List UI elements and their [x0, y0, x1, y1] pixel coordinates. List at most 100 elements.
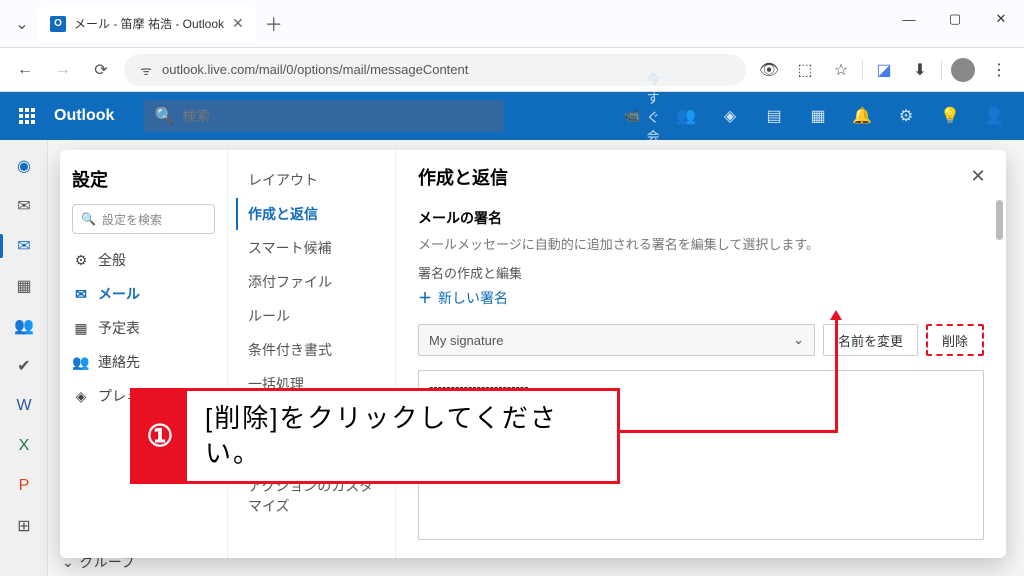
indent-icon[interactable]: ⇥ — [802, 554, 830, 558]
callout-text: [削除]をクリックしてください。 — [187, 391, 617, 481]
sub-compose-reply[interactable]: 作成と返信 — [236, 198, 387, 230]
search-input[interactable] — [182, 108, 494, 124]
rail-word-icon[interactable]: W — [0, 386, 48, 426]
mail-icon: ✉ — [72, 286, 90, 303]
premium-diamond-icon[interactable]: ◈ — [710, 92, 750, 140]
bullets-icon[interactable]: ≣ — [706, 554, 734, 558]
settings-content: ✕ 作成と返信 メールの署名 メールメッセージに自動的に追加される署名を編集して… — [396, 150, 1006, 558]
quote-icon[interactable]: ❝ — [834, 554, 862, 558]
settings-search-placeholder: 設定を検索 — [102, 211, 162, 228]
close-window-button[interactable]: ✕ — [978, 0, 1024, 38]
insert-image-icon[interactable]: 🖼 — [418, 554, 446, 558]
app-body: ◉ ✉ ✉ ▦ 👥 ✔ W X P ⊞ ⌄ グループ 設定 🔍 設定を検索 ⚙全… — [0, 140, 1024, 576]
rail-mail-icon[interactable]: ✉ — [0, 226, 48, 266]
rail-excel-icon[interactable]: X — [0, 426, 48, 466]
settings-search-input[interactable]: 🔍 設定を検索 — [72, 204, 215, 234]
category-label: 予定表 — [98, 318, 140, 338]
calendar-day-icon[interactable]: ▦ — [798, 92, 838, 140]
app-launcher-icon[interactable] — [10, 99, 44, 133]
category-calendar[interactable]: ▦予定表 — [72, 316, 215, 340]
outdent-icon[interactable]: ⇤ — [770, 554, 798, 558]
download-icon[interactable]: ⬇ — [905, 55, 935, 85]
browser-menu-icon[interactable]: ⋮ — [984, 55, 1014, 85]
url-text: outlook.live.com/mail/0/options/mail/mes… — [162, 62, 468, 77]
delete-button[interactable]: 削除 — [926, 324, 984, 356]
scrollbar-thumb[interactable] — [996, 200, 1003, 240]
eye-icon[interactable]: 👁 — [754, 55, 784, 85]
gear-icon: ⚙ — [72, 252, 90, 269]
callout-connector — [835, 318, 838, 433]
sub-layout[interactable]: レイアウト — [236, 164, 387, 196]
rail-calendar-icon[interactable]: ▦ — [0, 266, 48, 306]
chevron-down-icon: ⌄ — [793, 332, 804, 348]
notifications-icon[interactable]: 🔔 — [842, 92, 882, 140]
diamond-icon: ◈ — [72, 388, 90, 405]
plus-icon: ＋ — [418, 288, 432, 308]
browser-tab-bar: ⌄ O メール - 笛摩 祐浩 - Outlook ✕ ＋ — [0, 0, 1024, 48]
maximize-button[interactable]: ▢ — [932, 0, 978, 38]
browser-tab[interactable]: O メール - 笛摩 祐浩 - Outlook ✕ — [38, 6, 256, 42]
scrollbar[interactable] — [996, 200, 1003, 552]
meet-now-button[interactable]: 📹 今すぐ会議 — [622, 92, 662, 140]
font-size-down-icon[interactable]: Aᴬ — [514, 554, 542, 558]
sub-conditional-formatting[interactable]: 条件付き書式 — [236, 334, 387, 366]
highlight-icon[interactable]: 🖍 — [642, 554, 670, 558]
instruction-callout: ① [削除]をクリックしてください。 — [130, 388, 620, 484]
profile-avatar[interactable] — [948, 55, 978, 85]
italic-icon[interactable]: I — [578, 554, 606, 558]
outlook-favicon: O — [50, 16, 66, 32]
dialog-title: 作成と返信 — [418, 164, 984, 190]
sub-smart-suggestions[interactable]: スマート候補 — [236, 232, 387, 264]
reload-button[interactable]: ⟳ — [86, 55, 116, 85]
category-general[interactable]: ⚙ 全般 — [72, 248, 215, 272]
new-tab-button[interactable]: ＋ — [258, 8, 290, 40]
search-icon: 🔍 — [81, 212, 96, 226]
signature-selected-value: My signature — [429, 333, 503, 348]
font-family-icon[interactable]: 🖊 — [450, 554, 478, 558]
tab-close-icon[interactable]: ✕ — [232, 15, 244, 32]
category-label: 全般 — [98, 250, 126, 270]
rail-todo-icon[interactable]: ✔ — [0, 346, 48, 386]
callout-connector — [617, 430, 837, 433]
search-icon: 🔍 — [154, 106, 174, 126]
tips-icon[interactable]: 💡 — [930, 92, 970, 140]
font-color-icon[interactable]: A — [674, 554, 702, 558]
install-icon[interactable]: ⬚ — [790, 55, 820, 85]
signature-edit-label: 署名の作成と編集 — [418, 263, 984, 282]
more-options-icon[interactable]: ⋯ — [866, 554, 894, 558]
back-button[interactable]: ← — [10, 55, 40, 85]
search-box[interactable]: 🔍 — [144, 100, 504, 132]
font-size-up-icon[interactable]: ᴬA — [482, 554, 510, 558]
underline-icon[interactable]: U — [610, 554, 638, 558]
rail-home-icon[interactable]: ◉ — [0, 146, 48, 186]
category-mail[interactable]: ✉ メール — [72, 282, 215, 306]
callout-arrow-icon — [830, 310, 842, 320]
signature-select[interactable]: My signature ⌄ — [418, 324, 815, 356]
news-icon[interactable]: ▤ — [754, 92, 794, 140]
settings-gear-icon[interactable]: ⚙ — [886, 92, 926, 140]
tab-search-button[interactable]: ⌄ — [8, 8, 36, 40]
close-dialog-button[interactable]: ✕ — [964, 162, 992, 190]
numbered-list-icon[interactable]: ☰ — [738, 554, 766, 558]
bookmark-icon[interactable]: ☆ — [826, 55, 856, 85]
rail-more-apps-icon[interactable]: ⊞ — [0, 506, 48, 546]
settings-subcategories: レイアウト 作成と返信 スマート候補 添付ファイル ルール 条件付き書式 一括処… — [228, 150, 396, 558]
sub-rules[interactable]: ルール — [236, 300, 387, 332]
tab-title: メール - 笛摩 祐浩 - Outlook — [74, 15, 224, 32]
left-rail: ◉ ✉ ✉ ▦ 👥 ✔ W X P ⊞ — [0, 140, 48, 576]
forward-button[interactable]: → — [48, 55, 78, 85]
category-people[interactable]: 👥連絡先 — [72, 350, 215, 374]
minimize-button[interactable]: — — [886, 0, 932, 38]
teams-icon[interactable]: 👥 — [666, 92, 706, 140]
new-signature-button[interactable]: ＋ 新しい署名 — [418, 288, 984, 308]
rail-people-icon[interactable]: 👥 — [0, 306, 48, 346]
rail-drafts-icon[interactable]: ✉ — [0, 186, 48, 226]
extension-icon[interactable]: ◪ — [869, 55, 899, 85]
category-label: メール — [98, 284, 140, 304]
site-info-icon[interactable]: ᯤ — [138, 61, 154, 79]
account-icon[interactable]: 👤 — [974, 92, 1014, 140]
sub-attachments[interactable]: 添付ファイル — [236, 266, 387, 298]
bold-icon[interactable]: B — [546, 554, 574, 558]
editor-toolbar: 🖼 🖊 ᴬA Aᴬ B I U 🖍 A ≣ ☰ ⇤ ⇥ ❝ ⋯ — [418, 548, 984, 558]
rail-ppt-icon[interactable]: P — [0, 466, 48, 506]
